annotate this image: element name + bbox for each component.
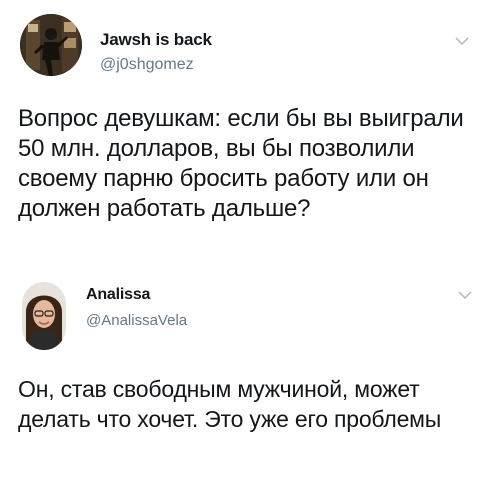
tweet-card: Jawsh is back @j0shgomez Вопрос девушкам… <box>0 0 500 282</box>
user-handle[interactable]: @j0shgomez <box>100 56 194 74</box>
avatar[interactable] <box>22 282 66 350</box>
display-name[interactable]: Analissa <box>86 286 150 304</box>
tweet-text: Вопрос девушкам: если бы вы выиграли 50 … <box>18 105 464 222</box>
chevron-down-icon[interactable] <box>458 290 472 300</box>
user-avatar-icon <box>20 14 82 76</box>
tweet-card: Analissa @AnalissaVela Он, став свободны… <box>0 282 500 478</box>
user-handle[interactable]: @AnalissaVela <box>86 312 187 329</box>
user-avatar-icon <box>22 282 66 350</box>
tweet-text: Он, став свободным мужчиной, может делат… <box>18 376 442 432</box>
avatar[interactable] <box>20 14 82 76</box>
chevron-down-icon[interactable] <box>455 36 469 46</box>
display-name[interactable]: Jawsh is back <box>100 30 212 50</box>
